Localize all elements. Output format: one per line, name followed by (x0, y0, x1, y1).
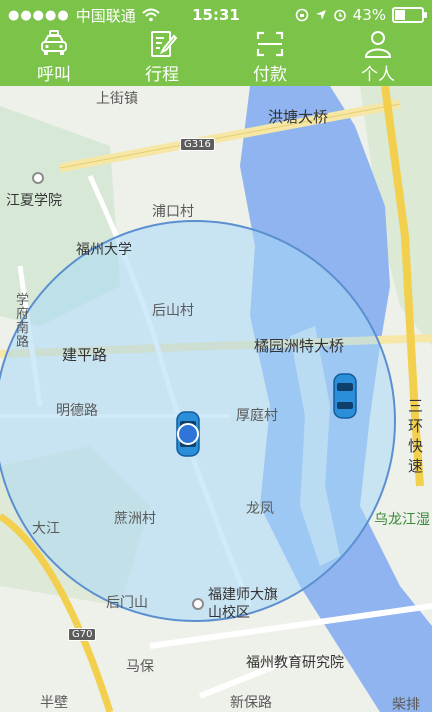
poi-dot-icon (32, 172, 44, 184)
map-label-sanhuan: 三环快速 (408, 397, 424, 475)
location-pin-icon[interactable] (177, 423, 199, 445)
alarm-icon (333, 9, 346, 22)
map-label-wulongjiang: 乌龙江湿 (374, 512, 430, 528)
shield-g70: G70 (68, 628, 97, 641)
status-bar: ●●●●● 中国联通 15:31 43% (0, 0, 432, 30)
tab-pay[interactable]: 付款 (216, 30, 324, 86)
person-icon (364, 31, 392, 58)
map-label-hongtang-bridge: 洪塘大桥 (268, 108, 329, 126)
map-label-dajiang: 大江 (32, 521, 60, 537)
tab-pay-label: 付款 (253, 65, 287, 85)
map-label-xuefu-road: 学府南路 (16, 293, 30, 350)
map-label-shangjiezhen: 上街镇 (96, 91, 138, 107)
map-label-xinbao-road: 新保路 (230, 695, 272, 711)
map-label-jiangxia: 江夏学院 (6, 193, 62, 209)
battery-fill (395, 10, 405, 20)
map-label-caipai: 柴排 (392, 697, 420, 712)
tab-profile[interactable]: 个人 (324, 30, 432, 86)
shield-g316: G316 (180, 138, 215, 151)
map-label-fz-edu: 福州教育研究院 (246, 655, 344, 671)
map-label-longfeng: 龙凤 (246, 501, 274, 517)
top-bar: ●●●●● 中国联通 15:31 43% 呼叫 行程 付款 个人 (0, 0, 432, 86)
map-label-houmenshan: 后门山 (106, 595, 148, 611)
battery-percent: 43% (352, 6, 386, 24)
car-marker-right[interactable] (333, 373, 357, 419)
map-label-fjnu: 福建师大旗山校区 (208, 587, 278, 621)
tab-bar: 呼叫 行程 付款 个人 (0, 30, 432, 86)
map-label-houting: 厚庭村 (236, 408, 278, 424)
app-root: ●●●●● 中国联通 15:31 43% 呼叫 行程 付款 个人 上街镇 洪塘大… (0, 0, 432, 712)
tab-trips-label: 行程 (145, 65, 179, 85)
map-label-banbi: 半壁 (40, 695, 68, 711)
map-label-houshan: 后山村 (152, 303, 194, 319)
battery-icon (392, 7, 427, 23)
taxi-icon (41, 30, 67, 55)
tab-call-label: 呼叫 (37, 65, 71, 85)
map-label-fzu: 福州大学 (76, 242, 132, 258)
tab-call[interactable]: 呼叫 (0, 30, 108, 86)
map-label-mabao: 马保 (126, 659, 154, 675)
location-icon (315, 10, 326, 20)
map-label-juyuanzhou-bridge: 橘园洲特大桥 (254, 337, 345, 355)
map-label-jianping-road: 建平路 (62, 346, 108, 364)
status-right: 43% (295, 6, 427, 24)
map-label-pukou: 浦口村 (152, 204, 194, 220)
tab-trips[interactable]: 行程 (108, 30, 216, 86)
edit-note-icon (151, 31, 177, 57)
map-view[interactable]: 上街镇 洪塘大桥 G316 江夏学院 浦口村 福州大学 后山村 学府南路 建平路… (0, 86, 432, 712)
poi-dot-icon (192, 598, 204, 610)
map-label-mingde-road: 明德路 (56, 403, 98, 419)
scan-icon (256, 31, 284, 57)
rotation-lock-icon (295, 8, 308, 22)
tab-profile-label: 个人 (361, 65, 395, 85)
map-label-zhezhou: 蔗洲村 (114, 511, 156, 527)
